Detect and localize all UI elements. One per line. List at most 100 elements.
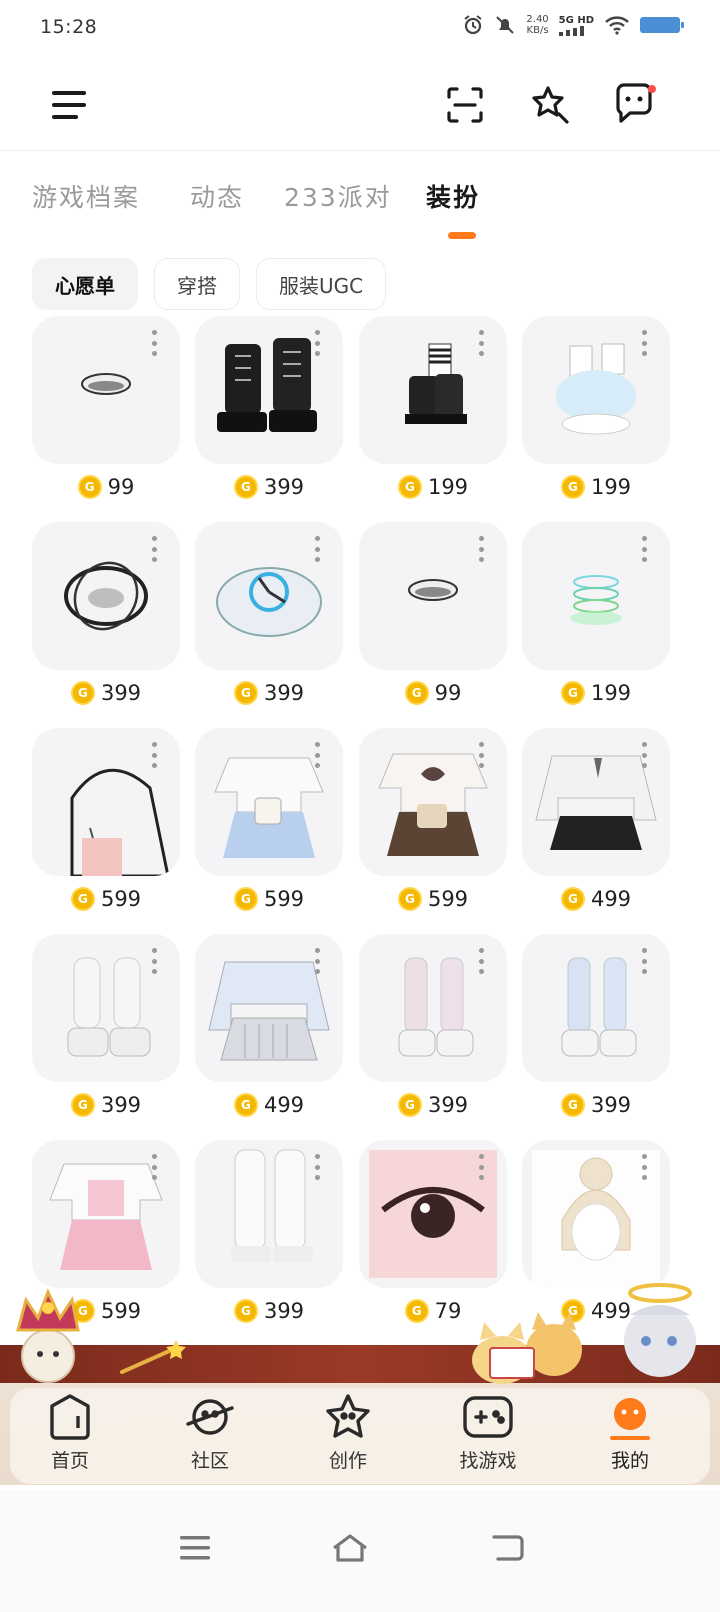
item-thumbnail[interactable] (522, 1140, 670, 1288)
nav-home[interactable]: 首页 (20, 1392, 120, 1473)
item-price: G 599 (359, 884, 507, 914)
item-thumbnail[interactable] (195, 316, 343, 464)
more-options-icon[interactable] (642, 330, 648, 356)
tab-dynamics[interactable]: 动态 (190, 178, 244, 214)
coin-icon: G (233, 475, 258, 499)
chip-wishlist[interactable]: 心愿单 (32, 258, 138, 310)
wishlist-item[interactable]: G 399 (32, 522, 180, 722)
wishlist-item[interactable]: G 199 (359, 316, 507, 516)
item-thumbnail[interactable] (32, 522, 180, 670)
item-thumbnail[interactable] (195, 522, 343, 670)
more-options-icon[interactable] (152, 742, 158, 768)
menu-icon[interactable] (44, 80, 94, 130)
item-price: G 399 (195, 1296, 343, 1326)
wishlist-item[interactable]: G 599 (195, 728, 343, 928)
price-value: 599 (100, 887, 142, 911)
item-thumbnail[interactable] (195, 934, 343, 1082)
more-options-icon[interactable] (315, 1154, 321, 1180)
more-options-icon[interactable] (642, 948, 648, 974)
item-thumbnail[interactable] (359, 934, 507, 1082)
chip-ugc[interactable]: 服装UGC (256, 258, 387, 310)
item-thumbnail[interactable] (32, 934, 180, 1082)
more-options-icon[interactable] (479, 948, 485, 974)
item-thumbnail[interactable] (359, 522, 507, 670)
item-thumbnail[interactable] (359, 316, 507, 464)
item-thumbnail[interactable] (359, 728, 507, 876)
more-options-icon[interactable] (315, 742, 321, 768)
more-options-icon[interactable] (315, 948, 321, 974)
more-options-icon[interactable] (479, 536, 485, 562)
nav-create[interactable]: 创作 (298, 1392, 398, 1473)
tab-dress-up[interactable]: 装扮 (426, 178, 480, 214)
recent-apps-icon[interactable] (170, 1528, 220, 1568)
wishlist-item[interactable]: G 399 (195, 522, 343, 722)
nav-community[interactable]: 社区 (160, 1392, 260, 1473)
more-options-icon[interactable] (315, 330, 321, 356)
nav-create-label: 创作 (328, 1450, 367, 1472)
back-button-icon[interactable] (482, 1528, 532, 1568)
item-thumbnail[interactable] (32, 1140, 180, 1288)
more-options-icon[interactable] (152, 536, 158, 562)
item-thumbnail[interactable] (522, 934, 670, 1082)
more-options-icon[interactable] (642, 536, 648, 562)
coin-icon: G (404, 681, 429, 705)
wishlist-item[interactable]: G 599 (32, 728, 180, 928)
nav-find-games[interactable]: 找游戏 (438, 1392, 538, 1473)
network-speed: 2.40 KB/s (526, 14, 548, 36)
wishlist-item[interactable]: G 399 (522, 934, 670, 1134)
wishlist-item[interactable]: G 599 (359, 728, 507, 928)
crown-mascot-decoration (16, 1288, 80, 1383)
wishlist-item[interactable]: G 399 (195, 316, 343, 516)
item-thumbnail[interactable] (522, 316, 670, 464)
price-value: 599 (427, 887, 469, 911)
more-options-icon[interactable] (315, 536, 321, 562)
item-thumbnail[interactable] (359, 1140, 507, 1288)
nav-mine[interactable]: 我的 (580, 1392, 680, 1473)
item-thumbnail[interactable] (522, 728, 670, 876)
wishlist-item[interactable]: G 399 (32, 934, 180, 1134)
more-options-icon[interactable] (152, 948, 158, 974)
item-price: G 399 (195, 678, 343, 708)
more-options-icon[interactable] (479, 330, 485, 356)
item-price: G 199 (359, 472, 507, 502)
more-options-icon[interactable] (479, 1154, 485, 1180)
wishlist-item[interactable]: G 99 (359, 522, 507, 722)
more-options-icon[interactable] (642, 742, 648, 768)
item-thumbnail[interactable] (195, 728, 343, 876)
item-thumbnail[interactable] (195, 1140, 343, 1288)
item-price: G 99 (32, 472, 180, 502)
coin-icon: G (560, 681, 585, 705)
more-options-icon[interactable] (152, 330, 158, 356)
status-time: 15:28 (40, 16, 98, 38)
more-options-icon[interactable] (152, 1154, 158, 1180)
item-thumbnail[interactable] (32, 316, 180, 464)
price-value: 99 (434, 681, 462, 705)
more-options-icon[interactable] (479, 742, 485, 768)
message-icon[interactable] (610, 80, 660, 130)
cat-mascots-decoration (472, 1312, 582, 1384)
wishlist-item[interactable]: G 99 (32, 316, 180, 516)
home-button-icon[interactable] (325, 1528, 375, 1568)
coin-icon: G (560, 887, 585, 911)
price-value: 599 (100, 1299, 142, 1323)
more-options-icon[interactable] (642, 1154, 648, 1180)
wishlist-item[interactable]: G 499 (522, 728, 670, 928)
star-search-icon[interactable] (525, 80, 575, 130)
price-value: 399 (590, 1093, 632, 1117)
price-value: 199 (590, 475, 632, 499)
tab-party[interactable]: 233派对 (284, 178, 392, 214)
wishlist-item[interactable]: G 199 (522, 316, 670, 516)
wishlist-item[interactable]: G 199 (522, 522, 670, 722)
scan-icon[interactable] (440, 80, 490, 130)
item-thumbnail[interactable] (522, 522, 670, 670)
wishlist-item[interactable]: G 499 (195, 934, 343, 1134)
chip-outfit[interactable]: 穿搭 (154, 258, 240, 310)
star-create-icon (326, 1394, 370, 1438)
tab-game-archive[interactable]: 游戏档案 (32, 178, 140, 214)
battery-icon (640, 17, 684, 33)
wishlist-item[interactable]: G 399 (359, 934, 507, 1134)
wishlist-item[interactable]: G 399 (195, 1140, 343, 1340)
nav-home-label: 首页 (50, 1450, 89, 1472)
coin-icon: G (233, 1093, 258, 1117)
item-thumbnail[interactable] (32, 728, 180, 876)
